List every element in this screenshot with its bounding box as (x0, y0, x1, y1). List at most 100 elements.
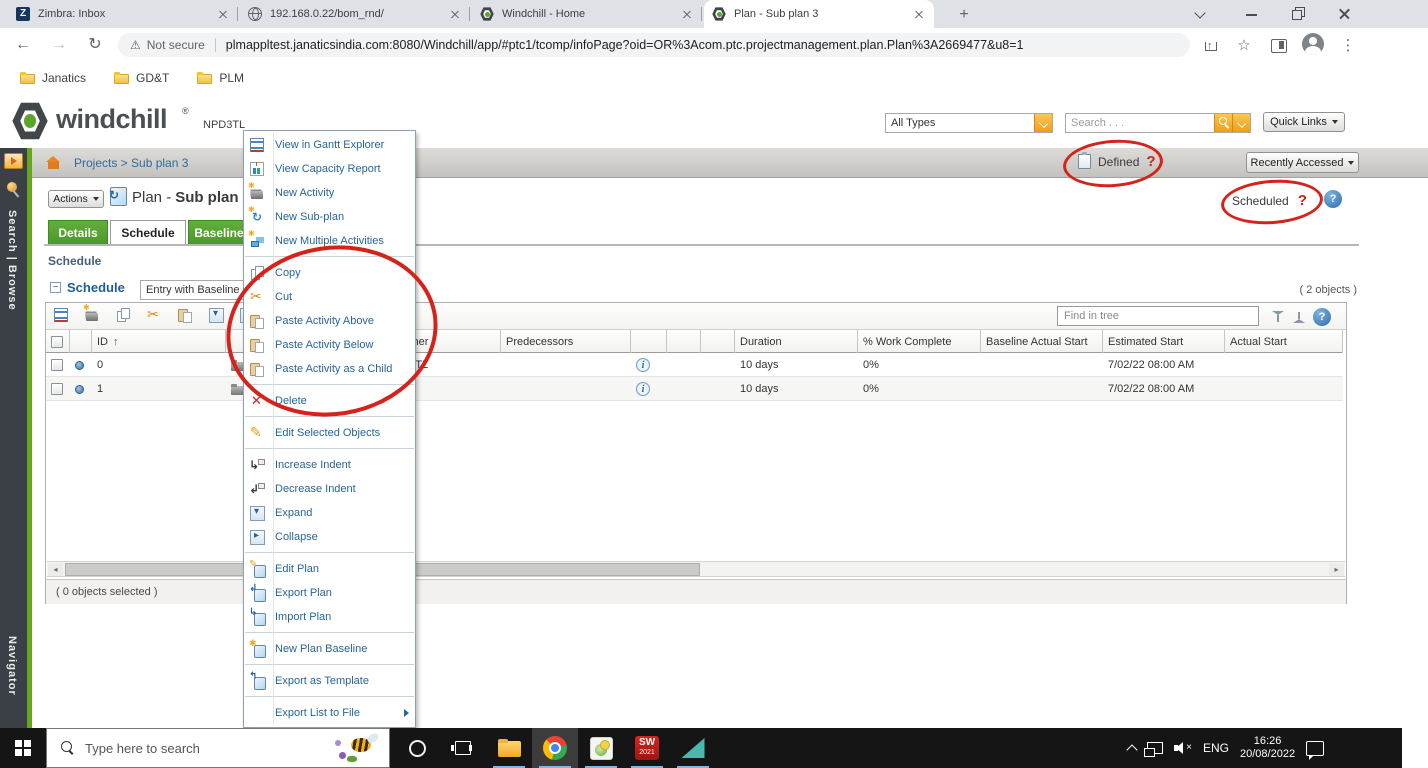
tab-baseline[interactable]: Baseline (188, 220, 250, 244)
find-in-tree-input[interactable] (1058, 310, 1258, 322)
tab-close-icon[interactable] (448, 7, 462, 21)
paste-icon[interactable] (177, 307, 194, 324)
menu-item[interactable]: Edit Selected Objects (244, 421, 415, 445)
menu-item[interactable]: View Capacity Report (244, 157, 415, 181)
menu-item[interactable]: Edit Plan (244, 557, 415, 581)
share-icon[interactable] (1198, 33, 1222, 58)
info-icon[interactable] (636, 358, 650, 372)
taskbar-search-input[interactable] (85, 740, 333, 756)
row-checkbox[interactable] (51, 359, 63, 371)
menu-item[interactable]: Decrease Indent (244, 477, 415, 501)
window-minimize-button[interactable] (1237, 0, 1267, 28)
window-restore-button[interactable] (1283, 0, 1313, 28)
sidebar-search-browse-label[interactable]: Search | Browse (6, 210, 18, 311)
address-bar[interactable]: Not secure plmappltest.janaticsindia.com… (118, 33, 1190, 57)
sidebar-expand-icon[interactable] (4, 153, 23, 169)
browser-tab[interactable]: Plan - Sub plan 3 (704, 0, 934, 28)
select-all-checkbox[interactable] (51, 335, 63, 348)
tab-close-icon[interactable] (216, 7, 230, 21)
cortana-taskbar-button[interactable] (394, 728, 440, 768)
column-header-baseline_start[interactable]: Baseline Actual Start (981, 330, 1103, 353)
column-header-info[interactable] (631, 330, 667, 353)
column-header-est_start[interactable]: Estimated Start (1103, 330, 1225, 353)
search-type-select[interactable]: All Types (885, 113, 1053, 133)
taskbar-search-box[interactable] (46, 728, 390, 768)
column-header-duration[interactable]: Duration (735, 330, 858, 353)
gantt-view-icon[interactable] (53, 307, 70, 324)
menu-item[interactable]: Increase Indent (244, 453, 415, 477)
info-icon[interactable] (636, 382, 650, 396)
actions-button[interactable]: Actions (48, 190, 104, 208)
tab-schedule[interactable]: Schedule (110, 220, 186, 244)
search-type-chevron-icon[interactable] (1034, 114, 1052, 132)
horizontal-scrollbar[interactable] (47, 561, 1345, 577)
sidebar-pin-icon[interactable] (7, 182, 17, 192)
menu-item[interactable]: Expand (244, 501, 415, 525)
column-header-status[interactable] (70, 330, 92, 353)
menu-item[interactable]: Delete (244, 389, 415, 413)
menu-item[interactable]: Export Plan (244, 581, 415, 605)
filter-up-icon[interactable] (1292, 311, 1306, 323)
tab-close-icon[interactable] (680, 7, 694, 21)
network-icon[interactable] (1144, 742, 1163, 757)
browser-tab[interactable]: Windchill - Home (472, 0, 702, 28)
breadcrumb[interactable]: Projects > Sub plan 3 (74, 156, 188, 170)
table-row[interactable]: 1 10 days 0% 7/02/22 08:00 AM (46, 377, 1343, 401)
menu-item[interactable]: Export List to File (244, 701, 415, 725)
column-header-select[interactable] (46, 330, 70, 353)
menu-item[interactable]: Import Plan (244, 605, 415, 629)
filter-down-icon[interactable] (1271, 311, 1285, 323)
volume-muted-icon[interactable] (1174, 741, 1192, 755)
menu-item[interactable]: Copy (244, 261, 415, 285)
start-button[interactable] (0, 728, 46, 768)
new-tab-button[interactable]: + (952, 3, 976, 27)
collapse-section-icon[interactable] (50, 282, 61, 293)
forward-icon[interactable]: → (46, 32, 72, 58)
quick-links-button[interactable]: Quick Links (1263, 112, 1345, 132)
new-activity-icon[interactable] (83, 303, 101, 324)
column-header-work[interactable]: % Work Complete (858, 330, 981, 353)
global-search-field[interactable] (1065, 113, 1251, 133)
show-hidden-icons-icon[interactable] (1126, 743, 1138, 756)
chrome-taskbar-button[interactable] (532, 728, 578, 768)
menu-item[interactable]: Paste Activity as a Child (244, 357, 415, 381)
tree-help-icon[interactable] (1313, 308, 1331, 326)
tab-close-icon[interactable] (912, 7, 926, 21)
expand-all-icon[interactable] (208, 307, 225, 324)
menu-item[interactable]: View in Gantt Explorer (244, 133, 415, 157)
menu-item[interactable]: Paste Activity Below (244, 333, 415, 357)
cut-icon[interactable] (146, 306, 163, 324)
scroll-right-icon[interactable] (1329, 563, 1344, 576)
table-row[interactable]: 0NPD3TL10 days0%7/02/22 08:00 AM (46, 353, 1343, 377)
menu-item[interactable]: Collapse (244, 525, 415, 549)
column-header-id[interactable]: ID ↑ (92, 330, 226, 353)
home-icon[interactable] (46, 156, 60, 169)
sidebar-navigator-label[interactable]: Navigator (6, 636, 18, 696)
scroll-left-icon[interactable] (48, 563, 63, 576)
copy-icon[interactable] (115, 307, 132, 324)
image-app-taskbar-button[interactable] (578, 728, 624, 768)
browser-menu-icon[interactable] (1336, 33, 1360, 57)
clock[interactable]: 16:26 20/08/2022 (1240, 735, 1295, 761)
column-header-predecessors[interactable]: Predecessors (501, 330, 631, 353)
browser-tab[interactable]: 192.168.0.22/bom_rnd/ (240, 0, 470, 28)
windchill-logo-icon[interactable] (12, 102, 48, 140)
find-in-tree-field[interactable] (1057, 306, 1259, 326)
menu-item[interactable]: New Plan Baseline (244, 637, 415, 661)
language-indicator[interactable]: ENG (1203, 741, 1229, 755)
triangle-app-taskbar-button[interactable] (670, 728, 716, 768)
bookmark-item[interactable]: PLM (197, 71, 244, 85)
back-icon[interactable]: ← (10, 32, 36, 58)
tab-details[interactable]: Details (48, 220, 108, 244)
column-header-actual_start[interactable]: Actual Start (1225, 330, 1343, 353)
action-center-icon[interactable] (1306, 740, 1325, 760)
row-checkbox[interactable] (51, 383, 63, 395)
recently-accessed-button[interactable]: Recently Accessed (1246, 152, 1359, 173)
menu-item[interactable]: Cut (244, 285, 415, 309)
menu-item[interactable]: Paste Activity Above (244, 309, 415, 333)
search-magnifier-icon[interactable] (1214, 114, 1232, 132)
task-view-taskbar-button[interactable] (440, 728, 486, 768)
menu-item[interactable]: New Activity (244, 181, 415, 205)
column-header-sp1[interactable] (667, 330, 701, 353)
bookmark-item[interactable]: Janatics (20, 71, 86, 85)
